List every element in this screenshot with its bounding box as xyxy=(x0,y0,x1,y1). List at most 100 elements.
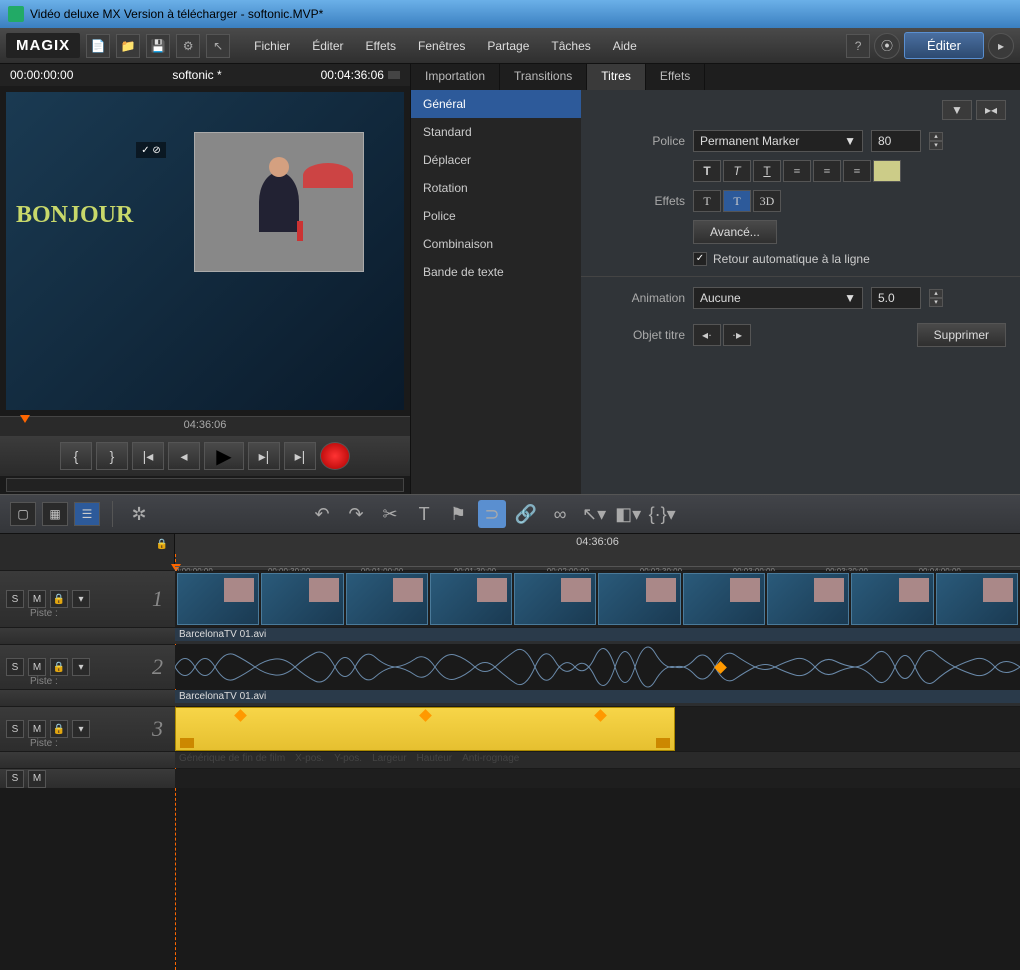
menu-taches[interactable]: Tâches xyxy=(541,35,600,57)
solo-button[interactable]: S xyxy=(6,658,24,676)
tab-effets[interactable]: Effets xyxy=(646,64,705,90)
delete-button[interactable]: Supprimer xyxy=(917,323,1006,347)
animation-dropdown[interactable]: Aucune▼ xyxy=(693,287,863,309)
preview-accept-reject-icon[interactable]: ✓ ⊘ xyxy=(136,142,166,158)
animation-duration-spinner[interactable]: ▴▾ xyxy=(929,289,943,307)
ruler-lock-icon[interactable]: 🔒 xyxy=(156,539,168,550)
save-file-icon[interactable]: 💾 xyxy=(146,34,170,58)
lock-button[interactable]: 🔒 xyxy=(50,658,68,676)
clip-thumb[interactable] xyxy=(598,573,680,625)
keyframe-icon[interactable] xyxy=(419,709,432,722)
clip-thumb[interactable] xyxy=(683,573,765,625)
link-button[interactable]: 🔗 xyxy=(512,500,540,528)
underline-button[interactable]: T xyxy=(753,160,781,182)
clip-handle-left[interactable] xyxy=(180,738,194,748)
cat-rotation[interactable]: Rotation xyxy=(411,174,581,202)
track-menu-button[interactable]: ▾ xyxy=(72,720,90,738)
cat-deplacer[interactable]: Déplacer xyxy=(411,146,581,174)
advanced-button[interactable]: Avancé... xyxy=(693,220,777,244)
effect-plain-button[interactable]: T xyxy=(693,190,721,212)
object-prev-button[interactable]: ◂· xyxy=(693,324,721,346)
snap-button[interactable]: ⊃ xyxy=(478,500,506,528)
align-left-button[interactable]: ≡ xyxy=(783,160,811,182)
reel-icon[interactable]: ✲ xyxy=(125,500,153,528)
align-right-button[interactable]: ≡ xyxy=(843,160,871,182)
view-list-button[interactable]: ☰ xyxy=(74,502,100,526)
clip-thumb[interactable] xyxy=(936,573,1018,625)
open-file-icon[interactable]: 📁 xyxy=(116,34,140,58)
solo-button[interactable]: S xyxy=(6,590,24,608)
menu-effets[interactable]: Effets xyxy=(356,35,406,57)
redo-button[interactable]: ↷ xyxy=(342,500,370,528)
jog-wheel[interactable] xyxy=(6,478,404,492)
mode-reel-icon[interactable]: ⦿ xyxy=(874,33,900,59)
effect-outline-button[interactable]: T xyxy=(723,190,751,212)
mode-next-icon[interactable]: ▸ xyxy=(988,33,1014,59)
track-content-audio[interactable] xyxy=(175,645,1020,689)
track-menu-button[interactable]: ▾ xyxy=(72,590,90,608)
tab-titres[interactable]: Titres xyxy=(587,64,646,90)
go-end-button[interactable]: ▸| xyxy=(284,442,316,470)
preview-video[interactable]: ✓ ⊘ BONJOUR xyxy=(6,92,404,410)
cut-button[interactable]: ✂ xyxy=(376,500,404,528)
cat-general[interactable]: Général xyxy=(411,90,581,118)
clip-thumb[interactable] xyxy=(767,573,849,625)
menu-aide[interactable]: Aide xyxy=(603,35,647,57)
clip-thumb[interactable] xyxy=(346,573,428,625)
object-next-button[interactable]: ·▸ xyxy=(723,324,751,346)
clip-thumb[interactable] xyxy=(177,573,259,625)
play-button[interactable]: ▶ xyxy=(204,442,244,470)
prev-frame-button[interactable]: ◂ xyxy=(168,442,200,470)
view-grid-button[interactable]: ▦ xyxy=(42,502,68,526)
clip-thumb[interactable] xyxy=(514,573,596,625)
preview-playhead-marker[interactable] xyxy=(20,415,30,423)
font-dropdown[interactable]: Permanent Marker▼ xyxy=(693,130,863,152)
mute-button[interactable]: M xyxy=(28,720,46,738)
pointer-icon[interactable]: ↖ xyxy=(206,34,230,58)
menu-editer[interactable]: Éditer xyxy=(302,35,353,57)
mark-in-button[interactable]: { xyxy=(60,442,92,470)
view-single-button[interactable]: ▢ xyxy=(10,502,36,526)
new-file-icon[interactable]: 📄 xyxy=(86,34,110,58)
cat-police[interactable]: Police xyxy=(411,202,581,230)
expand-button[interactable]: ▸◂ xyxy=(976,100,1006,120)
cat-combinaison[interactable]: Combinaison xyxy=(411,230,581,258)
cat-bande-texte[interactable]: Bande de texte xyxy=(411,258,581,286)
timeline-ruler[interactable]: 04:36:06 xyxy=(175,534,1020,554)
title-button[interactable]: T xyxy=(410,500,438,528)
group-button[interactable]: ∞ xyxy=(546,500,574,528)
mark-out-button[interactable]: } xyxy=(96,442,128,470)
solo-button[interactable]: S xyxy=(6,770,24,788)
preview-window-icon[interactable] xyxy=(388,71,400,79)
track-content-video[interactable] xyxy=(175,571,1020,627)
font-size-spinner[interactable]: ▴▾ xyxy=(929,132,943,150)
braces-button[interactable]: {·}▾ xyxy=(648,500,676,528)
title-clip[interactable] xyxy=(175,707,675,751)
keyframe-icon[interactable] xyxy=(234,709,247,722)
clip-thumb[interactable] xyxy=(851,573,933,625)
timeline-ticks[interactable]: 0:00:00:00 00:00:30:00 00:01:00:00 00:01… xyxy=(175,554,1020,570)
color-button[interactable] xyxy=(873,160,901,182)
bold-button[interactable]: T xyxy=(693,160,721,182)
lock-button[interactable]: 🔒 xyxy=(50,590,68,608)
menu-fenetres[interactable]: Fenêtres xyxy=(408,35,475,57)
undo-button[interactable]: ↶ xyxy=(308,500,336,528)
clip-handle-right[interactable] xyxy=(656,738,670,748)
settings-icon[interactable]: ⚙ xyxy=(176,34,200,58)
animation-duration-field[interactable]: 5.0 xyxy=(871,287,921,309)
lock-button[interactable]: 🔒 xyxy=(50,720,68,738)
record-button[interactable] xyxy=(320,442,350,470)
solo-button[interactable]: S xyxy=(6,720,24,738)
wrap-checkbox[interactable]: ✓ xyxy=(693,252,707,266)
menu-partage[interactable]: Partage xyxy=(477,35,539,57)
font-size-field[interactable]: 80 xyxy=(871,130,921,152)
tab-importation[interactable]: Importation xyxy=(411,64,500,90)
clip-thumb[interactable] xyxy=(261,573,343,625)
keyframe-icon[interactable] xyxy=(594,709,607,722)
edit-mode-button[interactable]: Éditer xyxy=(904,32,984,59)
mute-button[interactable]: M xyxy=(28,590,46,608)
clip-thumb[interactable] xyxy=(430,573,512,625)
collapse-button[interactable]: ▼ xyxy=(942,100,972,120)
help-icon[interactable]: ? xyxy=(846,34,870,58)
cat-standard[interactable]: Standard xyxy=(411,118,581,146)
